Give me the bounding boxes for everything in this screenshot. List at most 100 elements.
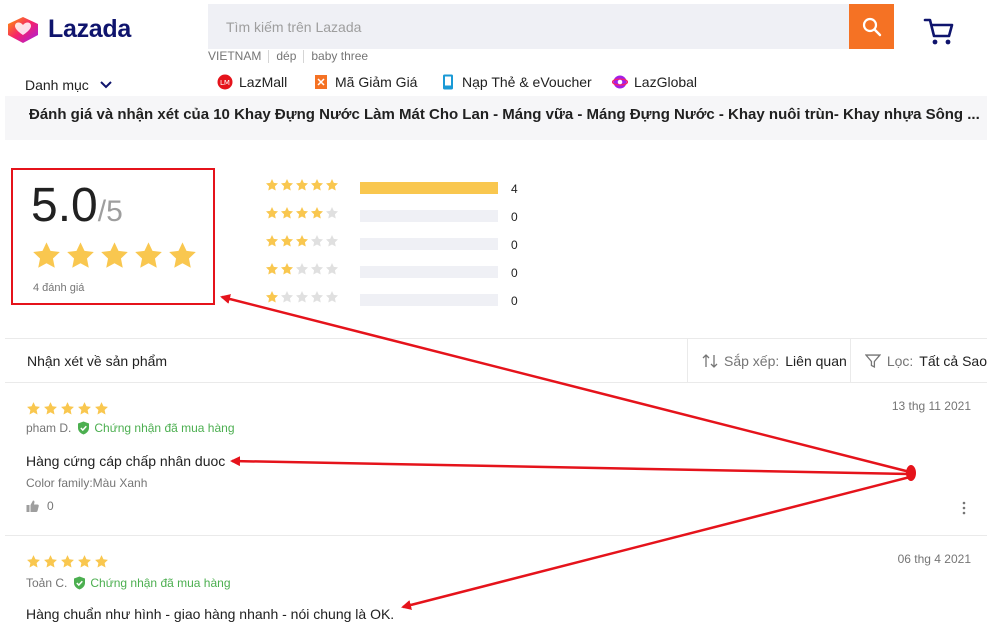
star-icon [65, 240, 96, 271]
star-icon [295, 179, 309, 191]
page-title: Đánh giá và nhận xét của 10 Khay Đựng Nư… [29, 106, 980, 123]
sort-dropdown[interactable]: Sắp xếp: Liên quan [687, 339, 850, 383]
average-stars [31, 240, 198, 271]
nav-topup[interactable]: Nạp Thẻ & eVoucher [440, 74, 592, 90]
suggestion-link[interactable]: VIETNAM [208, 50, 268, 63]
distribution-bar [360, 210, 498, 222]
distribution-stars [265, 206, 339, 220]
review-stars [26, 401, 109, 416]
nav-lazmall[interactable]: LM LazMall [217, 74, 287, 90]
review-date: 13 thg 11 2021 [891, 399, 971, 413]
verified-shield-icon [78, 421, 90, 435]
distribution-count: 0 [511, 294, 518, 308]
distribution-row-2-star[interactable]: 0 [265, 262, 565, 290]
star-icon [60, 401, 75, 416]
distribution-count: 0 [511, 266, 518, 280]
star-icon [26, 401, 41, 416]
nav-link-label: LazMall [239, 74, 288, 90]
lazada-heart-icon [8, 17, 38, 43]
distribution-count: 0 [511, 210, 518, 224]
distribution-count: 0 [511, 238, 518, 252]
star-empty-icon [295, 291, 309, 303]
star-icon [280, 179, 294, 191]
globe-icon [612, 75, 628, 89]
verified-purchase: Chứng nhận đã mua hàng [77, 421, 235, 435]
star-icon [295, 235, 309, 247]
star-icon [265, 291, 279, 303]
star-empty-icon [310, 235, 324, 247]
score-max: /5 [97, 195, 123, 228]
star-empty-icon [310, 291, 324, 303]
like-button[interactable]: 0 [26, 499, 54, 513]
distribution-stars [265, 290, 339, 304]
star-icon [77, 401, 92, 416]
verified-shield-icon [74, 576, 86, 590]
verified-label: Chứng nhận đã mua hàng [94, 421, 235, 435]
suggestion-link[interactable]: baby three [303, 50, 375, 63]
distribution-count: 4 [511, 182, 518, 196]
star-empty-icon [325, 291, 339, 303]
distribution-bar [360, 266, 498, 278]
star-icon [99, 240, 130, 271]
star-icon [31, 240, 62, 271]
lazmall-icon: LM [217, 74, 233, 90]
nav-link-label: LazGlobal [634, 74, 698, 90]
svg-text:LM: LM [220, 79, 230, 87]
star-empty-icon [295, 263, 309, 275]
distribution-row-3-star[interactable]: 0 [265, 234, 565, 262]
review-title-bar: Đánh giá và nhận xét của 10 Khay Đựng Nư… [5, 96, 987, 140]
star-icon [265, 263, 279, 275]
sort-label: Sắp xếp: [724, 353, 780, 369]
review-list-header: Nhận xét về sản phẩm Sắp xếp: Liên quan … [5, 338, 987, 383]
logo-text: Lazada [48, 14, 131, 43]
category-menu[interactable]: Danh mục [25, 77, 113, 93]
search-bar [208, 4, 894, 49]
filter-icon [865, 354, 881, 368]
star-icon [265, 179, 279, 191]
rating-summary: 5.0/5 4 đánh giá 4 0 0 0 0 [5, 140, 987, 338]
distribution-bar-fill [360, 182, 498, 194]
star-icon [43, 401, 58, 416]
star-empty-icon [280, 291, 294, 303]
voucher-icon [315, 75, 327, 89]
suggestion-link[interactable]: dép [268, 50, 303, 63]
nav-link-label: Nạp Thẻ & eVoucher [462, 74, 592, 90]
average-score: 5.0/5 [31, 178, 123, 233]
like-count: 0 [47, 499, 54, 513]
nav-voucher[interactable]: Mã Giảm Giá [313, 74, 417, 90]
distribution-row-1-star[interactable]: 0 [265, 290, 565, 318]
search-button[interactable] [849, 4, 894, 49]
search-input[interactable] [208, 4, 850, 49]
star-icon [26, 554, 41, 569]
star-icon [310, 179, 324, 191]
star-icon [60, 554, 75, 569]
star-empty-icon [325, 263, 339, 275]
site-header: Lazada VIETNAM dép baby three Danh mục [0, 0, 987, 104]
star-icon [43, 554, 58, 569]
star-icon [295, 207, 309, 219]
star-icon [310, 207, 324, 219]
filter-label: Lọc: [886, 353, 914, 369]
star-empty-icon [325, 235, 339, 247]
verified-label: Chứng nhận đã mua hàng [90, 576, 231, 590]
phone-topup-icon [443, 74, 453, 90]
cart-icon[interactable] [922, 14, 956, 48]
star-icon [280, 263, 294, 275]
sort-icon [702, 354, 718, 368]
chevron-down-icon [100, 81, 112, 89]
star-icon [325, 179, 339, 191]
review-stars [26, 554, 109, 569]
nav-lazglobal[interactable]: LazGlobal [612, 74, 697, 90]
distribution-row-4-star[interactable]: 0 [265, 206, 565, 234]
star-icon [167, 240, 198, 271]
star-icon [280, 235, 294, 247]
distribution-row-5-star[interactable]: 4 [265, 178, 565, 206]
distribution-bar [360, 182, 498, 194]
filter-dropdown[interactable]: Lọc: Tất cả Sao [850, 339, 987, 383]
lazada-logo[interactable]: Lazada [6, 14, 131, 44]
search-suggestions: VIETNAM dép baby three [208, 50, 375, 63]
star-icon [265, 235, 279, 247]
review-author: pham D. [26, 421, 72, 435]
score-box: 5.0/5 4 đánh giá [11, 168, 215, 305]
more-options-icon[interactable] [959, 501, 969, 515]
